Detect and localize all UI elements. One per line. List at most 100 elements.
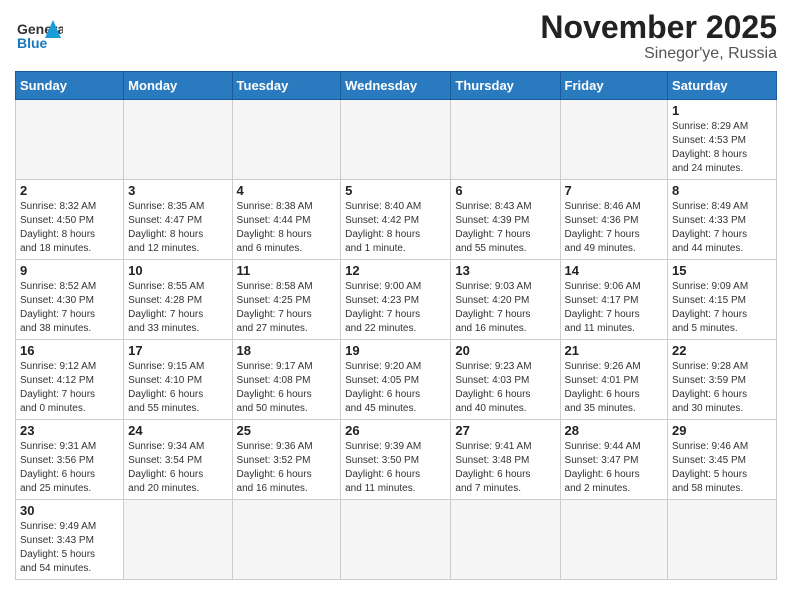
- day-info: Sunrise: 9:03 AM Sunset: 4:20 PM Dayligh…: [455, 280, 555, 336]
- day-number: 28: [565, 423, 664, 438]
- col-wednesday: Wednesday: [341, 72, 451, 100]
- day-info: Sunrise: 8:52 AM Sunset: 4:30 PM Dayligh…: [20, 280, 119, 336]
- day-number: 2: [20, 183, 119, 198]
- calendar-table: Sunday Monday Tuesday Wednesday Thursday…: [15, 71, 777, 580]
- day-info: Sunrise: 8:55 AM Sunset: 4:28 PM Dayligh…: [128, 280, 227, 336]
- day-number: 8: [672, 183, 772, 198]
- day-number: 17: [128, 343, 227, 358]
- title-area: November 2025 Sinegor'ye, Russia: [540, 10, 777, 63]
- day-number: 5: [345, 183, 446, 198]
- day-info: Sunrise: 9:34 AM Sunset: 3:54 PM Dayligh…: [128, 440, 227, 496]
- calendar-cell: 1 Sunrise: 8:29 AM Sunset: 4:53 PM Daylig…: [668, 100, 777, 180]
- day-info: Sunrise: 9:09 AM Sunset: 4:15 PM Dayligh…: [672, 280, 772, 336]
- calendar-week-row: 1 Sunrise: 8:29 AM Sunset: 4:53 PM Daylig…: [16, 100, 777, 180]
- day-info: Sunrise: 9:23 AM Sunset: 4:03 PM Dayligh…: [455, 360, 555, 416]
- day-number: 18: [237, 343, 337, 358]
- calendar-cell: 3 Sunrise: 8:35 AM Sunset: 4:47 PM Daylig…: [124, 180, 232, 260]
- calendar-week-row: 30 Sunrise: 9:49 AM Sunset: 3:43 PM Dayli…: [16, 500, 777, 580]
- calendar-cell: 15 Sunrise: 9:09 AM Sunset: 4:15 PM Dayli…: [668, 260, 777, 340]
- day-info: Sunrise: 9:28 AM Sunset: 3:59 PM Dayligh…: [672, 360, 772, 416]
- day-number: 6: [455, 183, 555, 198]
- day-info: Sunrise: 9:26 AM Sunset: 4:01 PM Dayligh…: [565, 360, 664, 416]
- day-number: 21: [565, 343, 664, 358]
- day-info: Sunrise: 9:44 AM Sunset: 3:47 PM Dayligh…: [565, 440, 664, 496]
- day-info: Sunrise: 9:36 AM Sunset: 3:52 PM Dayligh…: [237, 440, 337, 496]
- day-number: 11: [237, 263, 337, 278]
- day-info: Sunrise: 9:06 AM Sunset: 4:17 PM Dayligh…: [565, 280, 664, 336]
- day-number: 27: [455, 423, 555, 438]
- calendar-cell: 7Sunrise: 8:46 AM Sunset: 4:36 PM Daylig…: [560, 180, 668, 260]
- day-info: Sunrise: 8:40 AM Sunset: 4:42 PM Dayligh…: [345, 200, 446, 256]
- day-info: Sunrise: 8:38 AM Sunset: 4:44 PM Dayligh…: [237, 200, 337, 256]
- calendar-cell: [668, 500, 777, 580]
- calendar-cell: [451, 100, 560, 180]
- calendar-cell: 14 Sunrise: 9:06 AM Sunset: 4:17 PM Dayli…: [560, 260, 668, 340]
- day-number: 24: [128, 423, 227, 438]
- day-number: 22: [672, 343, 772, 358]
- day-number: 9: [20, 263, 119, 278]
- day-number: 1: [672, 103, 772, 118]
- day-info: Sunrise: 9:31 AM Sunset: 3:56 PM Dayligh…: [20, 440, 119, 496]
- day-number: 30: [20, 503, 119, 518]
- calendar-cell: 27 Sunrise: 9:41 AM Sunset: 3:48 PM Dayli…: [451, 420, 560, 500]
- day-number: 14: [565, 263, 664, 278]
- calendar-week-row: 16Sunrise: 9:12 AM Sunset: 4:12 PM Dayli…: [16, 340, 777, 420]
- header: General Blue November 2025 Sinegor'ye, R…: [15, 10, 777, 63]
- logo-icon: General Blue: [15, 10, 63, 58]
- day-number: 13: [455, 263, 555, 278]
- calendar-cell: [341, 100, 451, 180]
- calendar-cell: 9 Sunrise: 8:52 AM Sunset: 4:30 PM Daylig…: [16, 260, 124, 340]
- svg-text:Blue: Blue: [17, 35, 48, 51]
- calendar-cell: 13 Sunrise: 9:03 AM Sunset: 4:20 PM Dayli…: [451, 260, 560, 340]
- calendar-cell: 18Sunrise: 9:17 AM Sunset: 4:08 PM Dayli…: [232, 340, 341, 420]
- day-number: 20: [455, 343, 555, 358]
- day-info: Sunrise: 9:15 AM Sunset: 4:10 PM Dayligh…: [128, 360, 227, 416]
- calendar-cell: 26Sunrise: 9:39 AM Sunset: 3:50 PM Dayli…: [341, 420, 451, 500]
- calendar-cell: 12Sunrise: 9:00 AM Sunset: 4:23 PM Dayli…: [341, 260, 451, 340]
- day-info: Sunrise: 9:20 AM Sunset: 4:05 PM Dayligh…: [345, 360, 446, 416]
- calendar-cell: 6 Sunrise: 8:43 AM Sunset: 4:39 PM Daylig…: [451, 180, 560, 260]
- calendar-cell: 22 Sunrise: 9:28 AM Sunset: 3:59 PM Dayli…: [668, 340, 777, 420]
- calendar-week-row: 23Sunrise: 9:31 AM Sunset: 3:56 PM Dayli…: [16, 420, 777, 500]
- day-number: 15: [672, 263, 772, 278]
- calendar-cell: 17 Sunrise: 9:15 AM Sunset: 4:10 PM Dayli…: [124, 340, 232, 420]
- day-info: Sunrise: 8:32 AM Sunset: 4:50 PM Dayligh…: [20, 200, 119, 256]
- calendar-cell: 30 Sunrise: 9:49 AM Sunset: 3:43 PM Dayli…: [16, 500, 124, 580]
- calendar-cell: [124, 100, 232, 180]
- day-info: Sunrise: 8:35 AM Sunset: 4:47 PM Dayligh…: [128, 200, 227, 256]
- calendar-week-row: 2 Sunrise: 8:32 AM Sunset: 4:50 PM Daylig…: [16, 180, 777, 260]
- day-info: Sunrise: 8:58 AM Sunset: 4:25 PM Dayligh…: [237, 280, 337, 336]
- day-number: 25: [237, 423, 337, 438]
- calendar-cell: 21 Sunrise: 9:26 AM Sunset: 4:01 PM Dayli…: [560, 340, 668, 420]
- day-number: 10: [128, 263, 227, 278]
- month-title: November 2025: [540, 10, 777, 45]
- day-number: 4: [237, 183, 337, 198]
- col-saturday: Saturday: [668, 72, 777, 100]
- page: General Blue November 2025 Sinegor'ye, R…: [0, 0, 792, 595]
- calendar-cell: 25 Sunrise: 9:36 AM Sunset: 3:52 PM Dayli…: [232, 420, 341, 500]
- calendar-cell: 20 Sunrise: 9:23 AM Sunset: 4:03 PM Dayli…: [451, 340, 560, 420]
- calendar-cell: [560, 100, 668, 180]
- day-number: 19: [345, 343, 446, 358]
- col-sunday: Sunday: [16, 72, 124, 100]
- calendar-cell: [232, 100, 341, 180]
- logo: General Blue: [15, 10, 63, 58]
- col-tuesday: Tuesday: [232, 72, 341, 100]
- location-title: Sinegor'ye, Russia: [540, 45, 777, 63]
- day-number: 16: [20, 343, 119, 358]
- day-number: 26: [345, 423, 446, 438]
- calendar-cell: 23Sunrise: 9:31 AM Sunset: 3:56 PM Dayli…: [16, 420, 124, 500]
- day-info: Sunrise: 9:49 AM Sunset: 3:43 PM Dayligh…: [20, 520, 119, 576]
- col-thursday: Thursday: [451, 72, 560, 100]
- calendar-cell: 2 Sunrise: 8:32 AM Sunset: 4:50 PM Daylig…: [16, 180, 124, 260]
- calendar-cell: [451, 500, 560, 580]
- calendar-cell: 11 Sunrise: 8:58 AM Sunset: 4:25 PM Dayli…: [232, 260, 341, 340]
- day-info: Sunrise: 8:43 AM Sunset: 4:39 PM Dayligh…: [455, 200, 555, 256]
- day-info: Sunrise: 9:41 AM Sunset: 3:48 PM Dayligh…: [455, 440, 555, 496]
- calendar-cell: [16, 100, 124, 180]
- day-info: Sunrise: 8:29 AM Sunset: 4:53 PM Dayligh…: [672, 120, 772, 176]
- day-info: Sunrise: 8:46 AM Sunset: 4:36 PM Dayligh…: [565, 200, 664, 256]
- day-info: Sunrise: 8:49 AM Sunset: 4:33 PM Dayligh…: [672, 200, 772, 256]
- day-number: 3: [128, 183, 227, 198]
- day-number: 12: [345, 263, 446, 278]
